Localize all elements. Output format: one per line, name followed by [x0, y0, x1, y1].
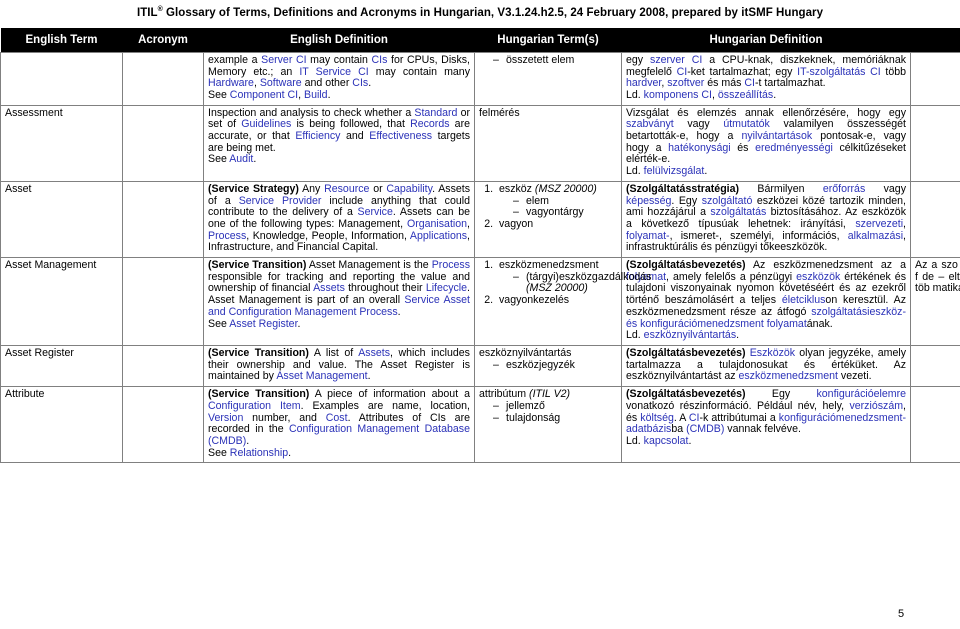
column-header-acronym: Acronym	[122, 27, 204, 53]
cell-acronym	[122, 386, 204, 464]
cell-overflow	[910, 51, 960, 106]
cell-english-definition: example a Server CI may contain CIs for …	[203, 51, 475, 106]
cell-hungarian-definition: (Szolgáltatásstratégia) Bármilyen erőfor…	[621, 180, 911, 259]
cell-acronym	[122, 104, 204, 182]
cell-english-definition: Inspection and analysis to check whether…	[203, 104, 475, 182]
cell-overflow	[910, 104, 960, 182]
glossary-body: example a Server CI may contain CIs for …	[0, 51, 960, 464]
cell-english-term: Assessment	[0, 104, 123, 182]
cell-hungarian-term: eszköz (MSZ 20000)elemvagyontárgyvagyon	[474, 180, 622, 259]
column-header-overflow	[910, 27, 960, 53]
cell-hungarian-definition: Vizsgálat és elemzés annak ellenőrzésére…	[621, 104, 911, 182]
table-row: Assessment Inspection and analysis to che…	[0, 104, 960, 182]
table-row: Asset (Service Strategy) Any Resource or …	[0, 180, 960, 259]
cell-acronym	[122, 257, 204, 346]
document-page: ITIL® Glossary of Terms, Definitions and…	[0, 0, 960, 629]
cell-overflow: Az a szo eszközö gazdálko denkori f de –…	[910, 257, 960, 346]
cell-english-term	[0, 51, 123, 106]
table-row: Attribute (Service Transition) A piece of…	[0, 386, 960, 464]
cell-english-definition: (Service Transition) Asset Management is…	[203, 257, 475, 346]
column-header-english-definition: English Definition	[203, 27, 475, 53]
page-number: 5	[898, 608, 905, 620]
cell-overflow	[910, 180, 960, 259]
cell-english-term: Attribute	[0, 386, 123, 464]
cell-hungarian-term: attribútum (ITIL V2)jellemzőtulajdonság	[474, 386, 622, 464]
cell-hungarian-definition: (Szolgáltatásbevezetés) Eszközök olyan j…	[621, 344, 911, 388]
cell-english-definition: (Service Transition) A piece of informat…	[203, 386, 475, 464]
cell-hungarian-definition: (Szolgáltatásbevezetés) Egy konfiguráció…	[621, 386, 911, 464]
cell-overflow	[910, 344, 960, 388]
cell-overflow	[910, 386, 960, 464]
cell-hungarian-term: eszköznyilvántartáseszközjegyzék	[474, 344, 622, 388]
cell-english-term: Asset Management	[0, 257, 123, 346]
cell-hungarian-term: összetett elem	[474, 51, 622, 106]
cell-english-definition: (Service Transition) A list of Assets, w…	[203, 344, 475, 388]
document-header-prefix: ITIL	[136, 6, 158, 19]
table-row: example a Server CI may contain CIs for …	[0, 51, 960, 106]
cell-hungarian-definition: (Szolgáltatásbevezetés) Az eszközmenedzs…	[621, 257, 911, 346]
cell-english-definition: (Service Strategy) Any Resource or Capab…	[203, 180, 475, 259]
table-row: Asset Management (Service Transition) Ass…	[0, 257, 960, 346]
column-header-english-term: English Term	[0, 27, 123, 53]
cell-acronym	[122, 51, 204, 106]
document-header-rest: Glossary of Terms, Definitions and Acron…	[162, 6, 824, 19]
cell-hungarian-definition: egy szerver CI a CPU-knak, diszkeknek, m…	[621, 51, 911, 106]
table-row: Asset Register (Service Transition) A lis…	[0, 344, 960, 388]
column-header-hungarian-term: Hungarian Term(s)	[474, 27, 622, 53]
cell-hungarian-term: eszközmenedzsment(tárgyi)eszközgazdálkod…	[474, 257, 651, 346]
cell-hungarian-term: felmérés	[474, 104, 622, 182]
cell-english-term: Asset	[0, 180, 123, 259]
glossary-table: English Term Acronym English Definition …	[0, 27, 960, 464]
column-header-hungarian-definition: Hungarian Definition	[621, 27, 911, 53]
table-header-row: English Term Acronym English Definition …	[0, 27, 960, 53]
cell-acronym	[122, 180, 204, 259]
document-header: ITIL® Glossary of Terms, Definitions and…	[0, 0, 960, 19]
cell-english-term: Asset Register	[0, 344, 123, 388]
cell-acronym	[122, 344, 204, 388]
